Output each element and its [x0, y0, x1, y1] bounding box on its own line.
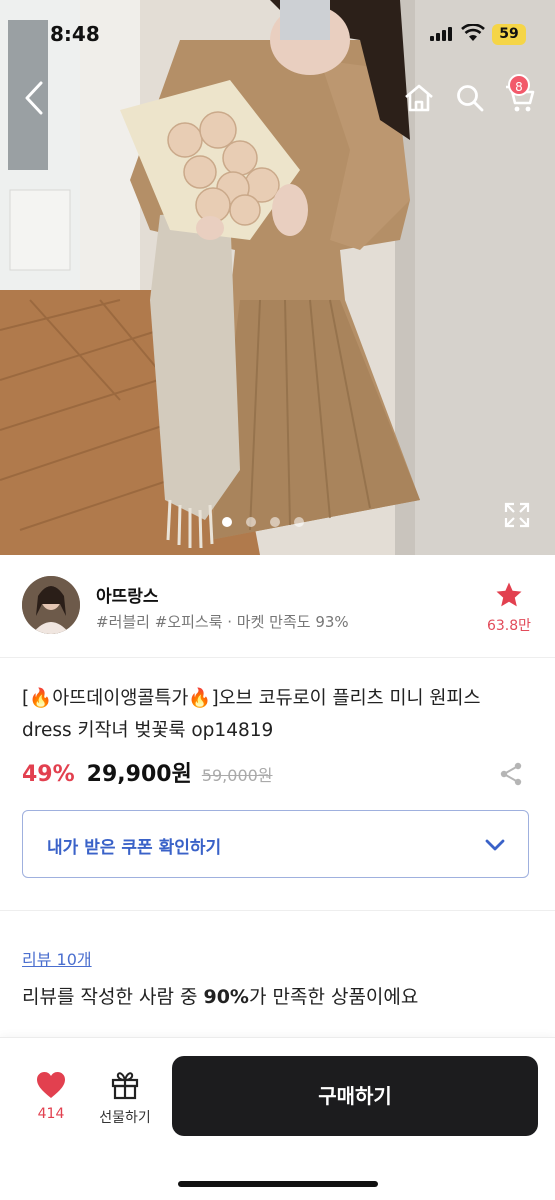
seller-name[interactable]: 아뜨랑스: [96, 582, 159, 607]
search-icon: [457, 85, 484, 112]
review-summary-suffix: 가 만족한 상품이에요: [248, 986, 419, 1008]
seller-avatar-image: [22, 576, 80, 634]
home-button[interactable]: [400, 80, 438, 116]
chevron-down-icon: [485, 839, 505, 851]
battery-indicator: 59: [492, 24, 526, 45]
product-image-carousel[interactable]: 8:48 59 8: [0, 0, 555, 555]
cellular-signal-icon: [430, 27, 452, 41]
review-summary: 리뷰를 작성한 사람 중 90%가 만족한 상품이에요: [22, 982, 418, 1009]
cart-count-badge: 8: [508, 74, 530, 96]
coupon-check-button[interactable]: 내가 받은 쿠폰 확인하기: [22, 810, 529, 878]
back-button[interactable]: [18, 78, 50, 118]
review-summary-prefix: 리뷰를 작성한 사람 중: [22, 986, 204, 1008]
seller-avatar[interactable]: [22, 576, 80, 634]
bottom-action-bar: 414 선물하기 구매하기: [0, 1037, 555, 1200]
seller-tags: #러블리 #오피스룩 · 마켓 만족도 93%: [96, 613, 349, 631]
gift-label: 선물하기: [99, 1110, 151, 1126]
section-divider: [0, 910, 555, 911]
share-icon[interactable]: [498, 761, 524, 787]
search-button[interactable]: [452, 80, 488, 116]
carousel-dot[interactable]: [246, 517, 256, 527]
status-time: 8:48: [50, 22, 100, 46]
sale-price: 29,900원: [86, 762, 192, 787]
carousel-indicator: [222, 517, 304, 527]
star-icon: [496, 582, 522, 607]
wifi-icon: [461, 24, 485, 41]
coupon-label: 내가 받은 쿠폰 확인하기: [47, 838, 222, 858]
like-button[interactable]: 414: [28, 1070, 74, 1122]
favorite-count: 63.8만: [486, 618, 532, 634]
gift-icon: [111, 1072, 139, 1100]
review-count-link[interactable]: 리뷰 10개: [22, 946, 92, 970]
gift-button[interactable]: 선물하기: [92, 1070, 158, 1127]
original-price: 59,000원: [201, 766, 273, 785]
heart-icon: [37, 1072, 65, 1098]
favorite-shop-button[interactable]: 63.8만: [482, 581, 536, 635]
like-count: 414: [37, 1106, 65, 1122]
discount-rate: 49%: [22, 762, 75, 787]
carousel-dot[interactable]: [222, 517, 232, 527]
home-indicator: [178, 1181, 378, 1187]
buy-button[interactable]: 구매하기: [172, 1056, 538, 1136]
chevron-left-icon: [25, 81, 43, 115]
review-satisfaction-percent: 90%: [203, 986, 249, 1008]
product-title: [🔥아뜨데이앵콜특가🔥]오브 코듀로이 플리츠 미니 원피스 dress 키작녀…: [22, 688, 481, 741]
expand-icon[interactable]: [502, 500, 532, 530]
price-row: 49% 29,900원 59,000원: [22, 756, 273, 790]
carousel-dot[interactable]: [270, 517, 280, 527]
seller-section[interactable]: 아뜨랑스 #러블리 #오피스룩 · 마켓 만족도 93% 63.8만: [0, 555, 555, 658]
carousel-dot[interactable]: [294, 517, 304, 527]
home-icon: [405, 84, 433, 112]
status-bar: 8:48 59: [0, 0, 555, 64]
